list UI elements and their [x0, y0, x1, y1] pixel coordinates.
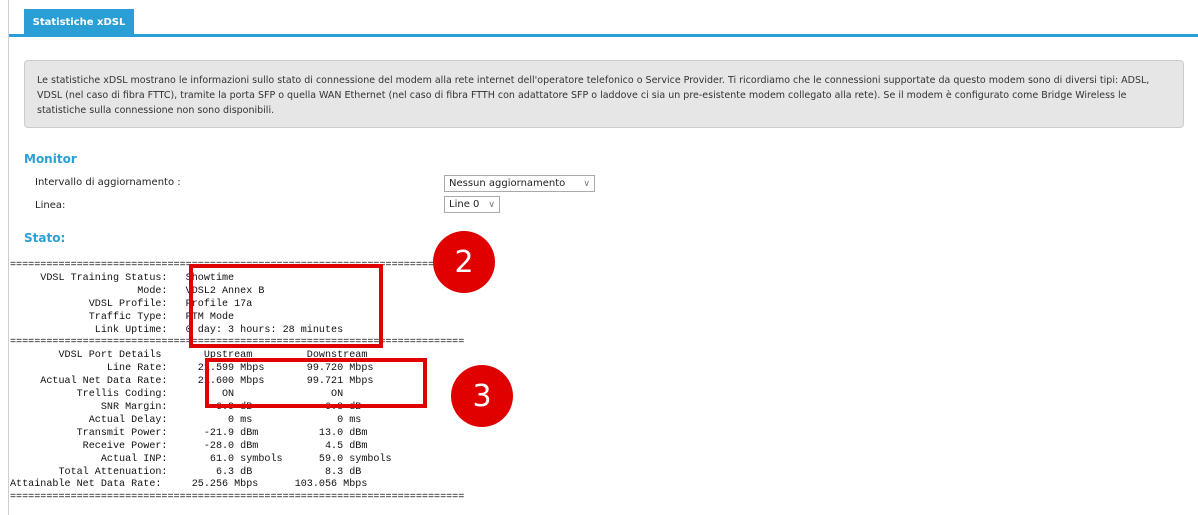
tab-underline	[9, 34, 1198, 37]
highlight-box-line-rate	[205, 358, 427, 408]
highlight-box-training-status	[189, 264, 383, 348]
annotation-badge-2: 2	[433, 231, 495, 293]
refresh-interval-value: Nessun aggiornamento	[449, 178, 566, 189]
status-line: Actual INP: 61.0 symbols 59.0 symbols	[10, 453, 392, 465]
stato-heading: Stato:	[24, 231, 66, 245]
refresh-interval-select[interactable]: Nessun aggiornamento ∨	[444, 175, 595, 192]
monitor-heading: Monitor	[24, 152, 77, 166]
line-value: Line 0	[449, 199, 480, 210]
info-text: Le statistiche xDSL mostrano le informaz…	[37, 75, 1150, 116]
annotation-badge-3: 3	[451, 365, 513, 427]
left-border	[8, 0, 9, 515]
line-select[interactable]: Line 0 ∨	[444, 196, 500, 213]
status-line: Attainable Net Data Rate: 25.256 Mbps 10…	[10, 479, 368, 491]
tab-statistiche-xdsl[interactable]: Statistiche xDSL	[24, 9, 134, 35]
info-box: Le statistiche xDSL mostrano le informaz…	[24, 60, 1184, 128]
chevron-down-icon: ∨	[583, 178, 590, 189]
refresh-interval-label: Intervallo di aggiornamento :	[35, 177, 181, 188]
chevron-down-icon: ∨	[488, 199, 495, 210]
status-line: Transmit Power: -21.9 dBm 13.0 dBm	[10, 427, 368, 439]
status-line: ========================================…	[10, 492, 465, 504]
status-line: Receive Power: -28.0 dBm 4.5 dBm	[10, 440, 368, 452]
line-label: Linea:	[35, 200, 66, 211]
status-line: Total Attenuation: 6.3 dB 8.3 dB	[10, 466, 362, 478]
status-line: Actual Delay: 0 ms 0 ms	[10, 414, 362, 426]
